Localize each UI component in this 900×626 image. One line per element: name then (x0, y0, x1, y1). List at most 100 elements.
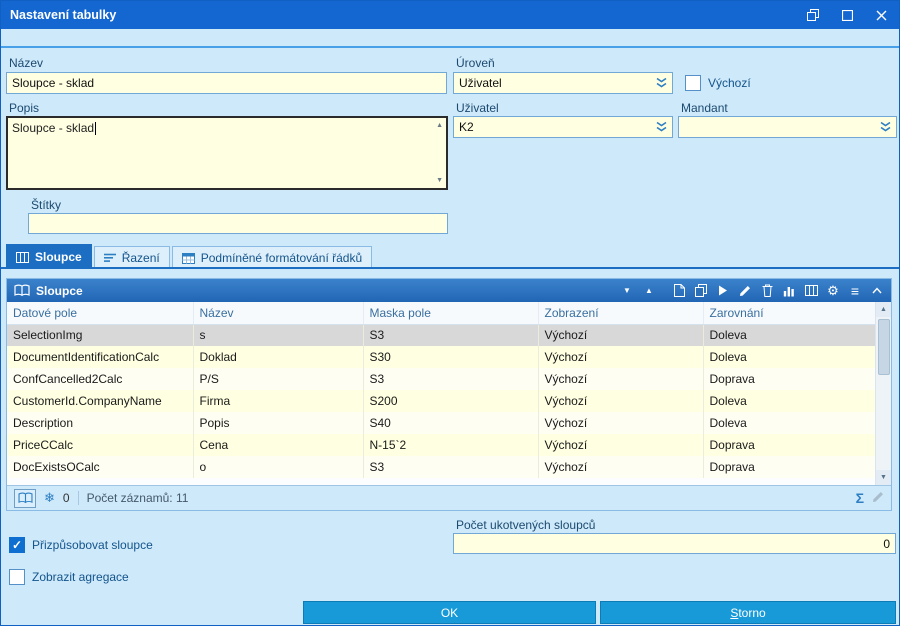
table-cell: Doleva (703, 390, 876, 412)
table-cell: Doprava (703, 434, 876, 456)
maximize-window-button[interactable] (838, 6, 856, 24)
fit-columns-checkbox[interactable]: Přizpůsobovat sloupce (9, 537, 153, 553)
column-header[interactable]: Zarovnání (703, 302, 876, 325)
table-cell: S30 (363, 346, 539, 368)
record-count: Počet záznamů: 11 (86, 491, 189, 505)
columns-layout-icon[interactable] (804, 283, 818, 299)
popis-label: Popis (9, 101, 40, 115)
vychozi-checkbox-label: Výchozí (708, 76, 751, 90)
show-aggregations-checkbox-box (9, 569, 25, 585)
popis-textarea[interactable]: Sloupce - sklad ▲ ▼ (6, 116, 448, 190)
tab-label: Podmíněné formátování řádků (200, 251, 363, 265)
scroll-up-arrow-icon[interactable]: ▲ (436, 122, 443, 129)
table-cell: S200 (363, 390, 539, 412)
new-record-icon[interactable] (672, 283, 686, 299)
table-cell: Description (7, 412, 194, 434)
table-row[interactable]: PriceCCalc Cena N-15`2 Výchozí Doprava (7, 434, 876, 456)
uzivatel-value: K2 (459, 120, 474, 134)
tab-bar: Sloupce Řazení Podmíněné formátování řád… (6, 244, 373, 269)
table-cell: PriceCCalc (7, 434, 194, 456)
nazev-input[interactable] (6, 72, 447, 94)
uroven-value: Uživatel (459, 76, 502, 90)
column-header[interactable]: Datové pole (7, 302, 194, 325)
table-row[interactable]: SelectionImg s S3 Výchozí Doleva (7, 324, 876, 346)
uroven-combobox[interactable]: Uživatel (453, 72, 673, 94)
chart-icon[interactable] (782, 283, 796, 299)
table-cell: ConfCancelled2Calc (7, 368, 194, 390)
book-view-button[interactable] (14, 488, 36, 508)
table-cell: Výchozí (538, 412, 704, 434)
table-cell: Výchozí (538, 368, 704, 390)
edit-pencil-icon (872, 491, 884, 506)
tab-podminene-formatovani[interactable]: Podmíněné formátování řádků (171, 246, 373, 269)
anchored-columns-input[interactable] (453, 533, 896, 554)
tab-underline (1, 267, 899, 269)
mandant-combobox[interactable] (678, 116, 897, 138)
table-cell: Výchozí (538, 324, 704, 346)
table-cell: o (193, 456, 364, 478)
column-header[interactable]: Maska pole (363, 302, 539, 325)
table-cell: Popis (193, 412, 364, 434)
table-cell: Doprava (703, 368, 876, 390)
table-cell: Doklad (193, 346, 364, 368)
tab-sloupce[interactable]: Sloupce (6, 244, 92, 269)
table-row[interactable]: DocumentIdentificationCalc Doklad S30 Výcho… (7, 346, 876, 368)
tab-razeni[interactable]: Řazení (93, 246, 170, 269)
table-row[interactable]: ConfCancelled2Calc P/S S3 Výchozí Doprava (7, 368, 876, 390)
move-up-icon[interactable]: ▲ (642, 283, 656, 299)
book-icon (17, 492, 33, 504)
collapse-panel-icon[interactable] (870, 283, 884, 299)
delete-trash-icon[interactable] (760, 283, 774, 299)
edit-pencil-icon[interactable] (738, 283, 752, 299)
restore-icon (807, 9, 819, 21)
show-aggregations-checkbox[interactable]: Zobrazit agregace (9, 569, 129, 585)
restore-window-button[interactable] (804, 6, 822, 24)
status-separator (77, 491, 79, 505)
table-cell: CustomerId.CompanyName (7, 390, 194, 412)
table-row[interactable]: CustomerId.CompanyName Firma S200 Výchozí Do… (7, 390, 876, 412)
table-cell: Firma (193, 390, 364, 412)
ok-button[interactable]: OK (303, 601, 596, 624)
table-cell: Výchozí (538, 390, 704, 412)
scroll-down-arrow-icon[interactable]: ▼ (436, 177, 443, 184)
close-window-button[interactable] (872, 6, 890, 24)
uzivatel-label: Uživatel (456, 101, 499, 115)
table-row[interactable]: DocExistsOCalc o S3 Výchozí Doprava (7, 456, 876, 478)
sort-list-icon (103, 253, 116, 262)
close-icon (876, 10, 886, 20)
settings-gear-icon[interactable]: ⚙ (826, 283, 840, 299)
snowflake-icon[interactable]: ❄ (44, 490, 55, 506)
text-caret (95, 122, 97, 136)
fit-columns-checkbox-box (9, 537, 25, 553)
fit-columns-checkbox-label: Přizpůsobovat sloupce (32, 538, 153, 552)
table-settings-dialog: Nastavení tabulky Název Úroveň Uživatel … (0, 0, 900, 626)
popis-text: Sloupce - sklad (12, 121, 95, 135)
table-cell: Doleva (703, 412, 876, 434)
combo-dropdown-icon (656, 121, 667, 132)
run-icon[interactable] (716, 283, 730, 299)
dropdown-menu-icon[interactable]: ▼ (620, 283, 634, 299)
column-header[interactable]: Název (193, 302, 364, 325)
table-row[interactable]: Description Popis S40 Výchozí Doleva (7, 412, 876, 434)
table-cell: Výchozí (538, 434, 704, 456)
vychozi-checkbox[interactable]: Výchozí (685, 75, 751, 91)
scrollbar-down-icon[interactable]: ▼ (875, 470, 891, 485)
storno-button[interactable]: Storno (600, 601, 896, 624)
copy-record-icon[interactable] (694, 283, 708, 299)
columns-panel-header: Sloupce ▼ ▲ ⚙ ≡ (7, 279, 891, 302)
stitky-label: Štítky (31, 198, 62, 212)
table-cell: Doleva (703, 346, 876, 368)
table-cell: Výchozí (538, 456, 704, 478)
scrollbar-up-icon[interactable]: ▲ (875, 302, 891, 317)
scrollbar-thumb[interactable] (877, 319, 890, 375)
uzivatel-combobox[interactable]: K2 (453, 116, 673, 138)
columns-table-body: SelectionImg s S3 Výchozí Doleva DocumentIden… (7, 324, 876, 478)
sum-sigma-icon[interactable]: Σ (856, 490, 864, 506)
stitky-input[interactable] (28, 213, 448, 234)
column-header[interactable]: Zobrazení (538, 302, 704, 325)
menu-icon[interactable]: ≡ (848, 283, 862, 299)
vertical-scrollbar[interactable]: ▲ ▼ (875, 302, 891, 485)
frozen-count: 0 (62, 491, 70, 505)
table-cell: S40 (363, 412, 539, 434)
window-title: Nastavení tabulky (10, 8, 117, 22)
